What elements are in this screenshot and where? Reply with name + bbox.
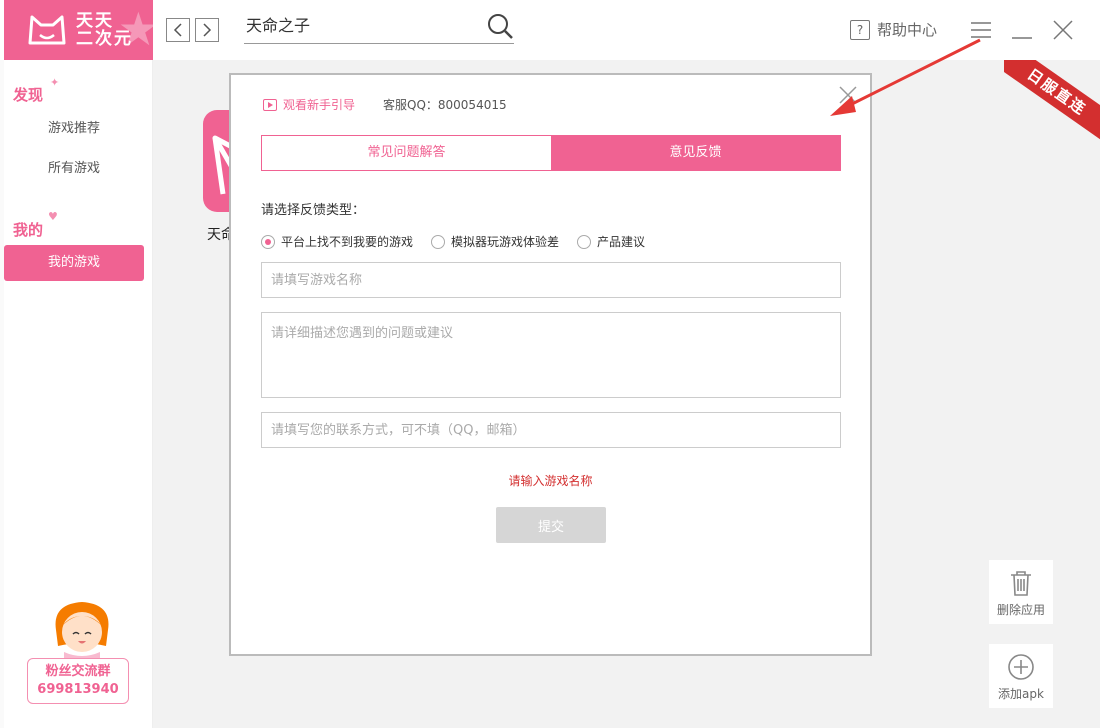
mine-section-title: 我的	[13, 221, 44, 239]
heart-icon: ♥	[48, 210, 58, 223]
help-center-button[interactable]: ? 帮助中心	[850, 19, 937, 40]
cat-logo-icon	[28, 15, 66, 45]
sidebar-item-all-games[interactable]: 所有游戏	[4, 151, 144, 187]
tab-faq[interactable]: 常见问题解答	[262, 136, 551, 170]
error-message: 请输入游戏名称	[508, 474, 593, 488]
help-icon: ?	[850, 19, 870, 40]
fans-group-number: 699813940	[37, 682, 119, 697]
play-icon	[263, 98, 277, 111]
search-box	[244, 10, 514, 44]
tab-feedback[interactable]: 意见反馈	[551, 136, 840, 170]
feedback-type-options: 平台上找不到我要的游戏 模拟器玩游戏体验差 产品建议	[261, 233, 663, 250]
back-button[interactable]	[166, 18, 190, 42]
close-icon[interactable]	[1051, 18, 1075, 42]
contact-input[interactable]	[261, 412, 841, 448]
description-textarea[interactable]	[261, 312, 841, 398]
sidebar-item-game-recommend[interactable]: 游戏推荐	[4, 111, 144, 147]
radio-poor-experience[interactable]: 模拟器玩游戏体验差	[431, 233, 559, 250]
fans-group-title: 粉丝交流群	[45, 664, 111, 679]
chevron-left-icon	[173, 23, 182, 37]
sidebar-item-my-games[interactable]: 我的游戏	[4, 245, 144, 281]
radio-game-not-found[interactable]: 平台上找不到我要的游戏	[261, 233, 413, 250]
help-label: 帮助中心	[877, 21, 938, 39]
fans-group-badge[interactable]: 粉丝交流群 699813940	[27, 658, 129, 704]
service-qq: 客服QQ：800054015	[383, 98, 507, 112]
dialog-tabs: 常见问题解答 意见反馈	[261, 135, 841, 171]
menu-icon[interactable]	[969, 18, 993, 42]
add-apk-button[interactable]: 添加apk	[989, 644, 1053, 708]
ribbon-badge: 日服直连	[1004, 60, 1100, 156]
radio-product-suggestion[interactable]: 产品建议	[577, 233, 645, 250]
radio-label: 产品建议	[597, 235, 646, 249]
radio-empty-icon	[431, 234, 446, 249]
feedback-dialog: 观看新手引导 客服QQ：800054015 常见问题解答 意见反馈 请选择反馈类…	[229, 73, 872, 656]
sparkle-icon: ✦	[50, 76, 60, 89]
dialog-close-icon[interactable]	[838, 85, 858, 105]
radio-label: 平台上找不到我要的游戏	[281, 235, 414, 249]
app-logo: 天天 二次元 ★	[4, 0, 153, 60]
star-decoration-icon: ★	[117, 2, 153, 56]
add-apk-label: 添加apk	[998, 687, 1044, 701]
sidebar: 发现 ✦ 游戏推荐 所有游戏 我的 ♥ 我的游戏 粉丝交流群 699813940	[4, 60, 153, 728]
submit-button[interactable]: 提交	[496, 507, 606, 543]
search-icon[interactable]	[486, 12, 514, 40]
radio-label: 模拟器玩游戏体验差	[451, 235, 560, 249]
mascot-image	[55, 602, 109, 666]
chevron-right-icon	[203, 23, 212, 37]
trash-icon	[1011, 571, 1031, 596]
radio-selected-icon	[261, 234, 275, 249]
feedback-type-label: 请选择反馈类型：	[261, 203, 366, 218]
delete-app-button[interactable]: 删除应用	[989, 560, 1053, 624]
forward-button[interactable]	[195, 18, 219, 42]
top-bar: ? 帮助中心	[153, 0, 1100, 60]
delete-app-label: 删除应用	[996, 603, 1045, 617]
ribbon-text: 日服直连	[1004, 60, 1100, 147]
discover-section-title: 发现	[13, 86, 44, 104]
radio-empty-icon	[577, 234, 592, 249]
add-circle-icon	[1008, 654, 1034, 680]
minimize-icon[interactable]	[1010, 18, 1034, 42]
game-name-input[interactable]	[261, 262, 841, 298]
guide-label: 观看新手引导	[283, 98, 356, 112]
watch-guide-link[interactable]: 观看新手引导	[263, 96, 355, 113]
search-input[interactable]	[246, 14, 476, 33]
